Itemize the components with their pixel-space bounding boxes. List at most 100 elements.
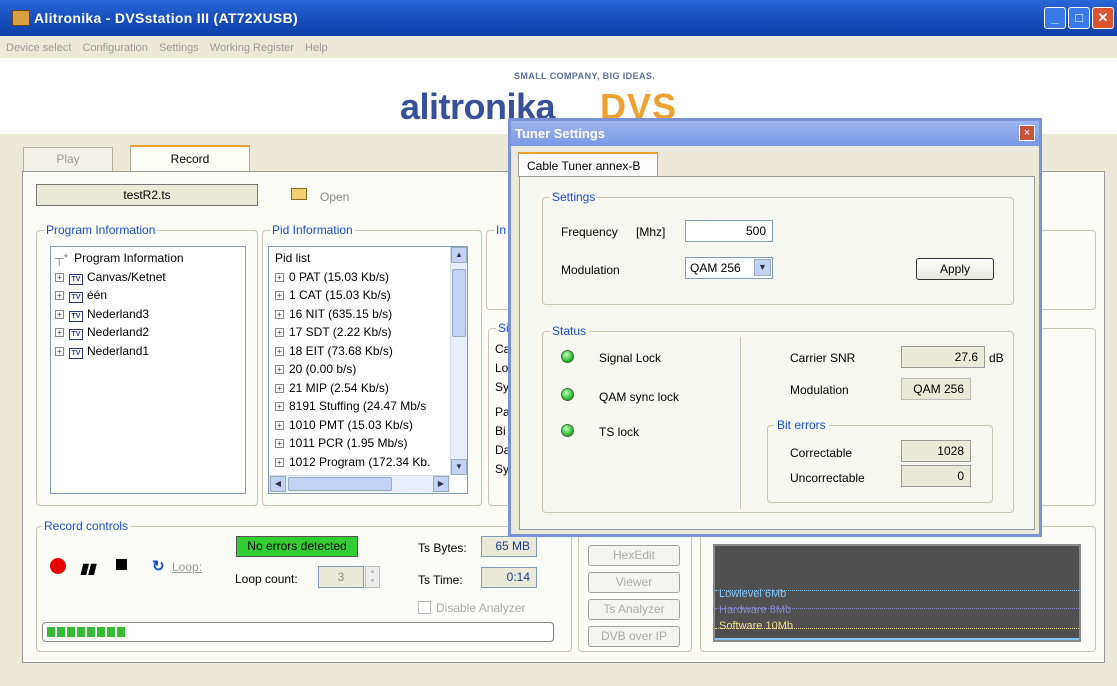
tv-icon: TV — [69, 329, 83, 340]
tv-icon: TV — [69, 273, 83, 285]
pid-list-root: Pid list — [275, 251, 311, 265]
pid-item[interactable]: +18 EIT (73.68 Kb/s) — [275, 344, 467, 363]
scroll-left-icon[interactable]: ◀ — [270, 476, 286, 492]
ts-lock-label: TS lock — [599, 425, 640, 439]
status-badge: No errors detected — [236, 536, 358, 557]
expand-icon[interactable]: + — [275, 291, 284, 300]
frequency-label: Frequency — [561, 225, 618, 239]
minimize-button[interactable]: _ — [1044, 7, 1066, 29]
viewer-button[interactable]: Viewer — [588, 572, 680, 593]
pid-item[interactable]: +17 SDT (2.22 Kb/s) — [275, 325, 467, 344]
tree-item[interactable]: + TV Nederland1 — [55, 344, 245, 363]
hexedit-button[interactable]: HexEdit — [588, 545, 680, 566]
loop-count-input[interactable]: 3 — [318, 566, 364, 588]
tree-item[interactable]: + TV Canvas/Ketnet — [55, 270, 245, 289]
menu-help[interactable]: Help — [305, 42, 328, 54]
pid-item[interactable]: +1 CAT (15.03 Kb/s) — [275, 288, 467, 307]
hscroll-thumb[interactable] — [288, 477, 392, 491]
menu-settings[interactable]: Settings — [159, 42, 199, 54]
filename-field[interactable]: testR2.ts — [36, 184, 258, 206]
expand-icon[interactable]: + — [55, 272, 64, 282]
stop-icon[interactable] — [116, 559, 127, 570]
dvb-over-ip-button[interactable]: DVB over IP — [588, 626, 680, 647]
signal-lock-led-icon — [561, 350, 574, 363]
scroll-down-icon[interactable]: ▼ — [451, 459, 467, 475]
ts-analyzer-button[interactable]: Ts Analyzer — [588, 599, 680, 620]
tree-item[interactable]: + TV één — [55, 288, 245, 307]
expand-icon[interactable]: + — [275, 272, 284, 282]
expand-icon[interactable]: + — [275, 402, 284, 411]
pid-item[interactable]: +1012 Program (172.34 Kb. — [275, 455, 467, 474]
program-tree[interactable]: ┬* Program Information + TV Canvas/Ketnet +… — [50, 246, 246, 494]
expand-icon[interactable]: + — [275, 365, 284, 374]
dialog-title: Tuner Settings — [511, 121, 1039, 146]
pause-icon[interactable]: ▮▮ — [80, 560, 95, 577]
carrier-snr-value: 27.6 — [901, 346, 985, 368]
window-title: Alitronika - DVSstation III (AT72XUSB) — [34, 10, 298, 26]
correctable-label: Correctable — [790, 446, 853, 460]
pid-item[interactable]: +20 (0.00 b/s) — [275, 362, 467, 381]
tv-icon: TV — [69, 347, 83, 359]
uncorrectable-value: 0 — [901, 465, 971, 487]
menu-device-select[interactable]: Device select — [6, 42, 71, 54]
expand-icon[interactable]: + — [275, 439, 284, 448]
folder-open-icon[interactable] — [291, 188, 307, 200]
pid-information-title: Pid Information — [270, 223, 355, 237]
logo-tagline: SMALL COMPANY, BIG IDEAS. — [514, 71, 656, 81]
tab-cable-tuner[interactable]: Cable Tuner annex-B — [518, 152, 658, 177]
loop-label[interactable]: Loop: — [172, 560, 202, 574]
scroll-thumb[interactable] — [452, 269, 466, 337]
frequency-input[interactable]: 500 — [685, 220, 773, 242]
ts-time-label: Ts Time: — [418, 573, 463, 587]
apply-button[interactable]: Apply — [916, 258, 994, 280]
expand-icon[interactable]: + — [275, 383, 284, 393]
modulation-select[interactable]: QAM 256 ▼ — [685, 257, 773, 279]
expand-icon[interactable]: + — [55, 346, 64, 356]
loop-count-stepper[interactable]: ▲ ▼ — [365, 566, 380, 588]
frequency-unit: [Mhz] — [636, 225, 666, 239]
menu-working-register[interactable]: Working Register — [210, 42, 294, 54]
expand-icon[interactable]: + — [55, 309, 64, 319]
expand-icon[interactable]: + — [275, 457, 284, 467]
status-divider — [740, 337, 741, 509]
expand-icon[interactable]: + — [275, 420, 284, 430]
scroll-up-icon[interactable]: ▲ — [451, 247, 467, 263]
pid-item[interactable]: +8191 Stuffing (24.47 Mb/s — [275, 399, 467, 418]
tree-item[interactable]: + TV Nederland3 — [55, 307, 245, 326]
tree-item[interactable]: + TV Nederland2 — [55, 325, 245, 344]
pid-list-hscrollbar[interactable]: ◀ ▶ — [269, 475, 450, 492]
ts-lock-led-icon — [561, 424, 574, 437]
chevron-down-icon[interactable]: ▼ — [754, 259, 771, 276]
pid-list[interactable]: Pid list +0 PAT (15.03 Kb/s) +1 CAT (15.… — [268, 246, 468, 494]
pid-item[interactable]: +1010 PMT (15.03 Kb/s) — [275, 418, 467, 437]
tab-record[interactable]: Record — [130, 145, 250, 172]
qam-sync-lock-label: QAM sync lock — [599, 390, 680, 404]
tv-icon: TV — [69, 292, 83, 303]
pid-item[interactable]: +21 MIP (2.54 Kb/s) — [275, 381, 467, 400]
title-bar: Alitronika - DVSstation III (AT72XUSB) _… — [0, 0, 1117, 36]
qam-sync-lock-led-icon — [561, 388, 574, 401]
close-icon[interactable]: × — [1019, 125, 1035, 141]
pid-item[interactable]: +0 PAT (15.03 Kb/s) — [275, 270, 467, 289]
status-title: Status — [549, 324, 590, 338]
expand-icon[interactable]: + — [275, 328, 284, 337]
expand-icon[interactable]: + — [275, 346, 284, 356]
expand-icon[interactable]: + — [55, 291, 64, 300]
settings-title: Settings — [549, 190, 599, 204]
disable-analyzer-checkbox[interactable] — [418, 601, 431, 614]
open-button[interactable]: Open — [320, 190, 349, 204]
loop-icon[interactable]: ↻ — [152, 557, 165, 575]
maximize-button[interactable]: □ — [1068, 7, 1090, 29]
pid-item[interactable]: +16 NIT (635.15 b/s) — [275, 307, 467, 326]
pid-item[interactable]: +1011 PCR (1.95 Mb/s) — [275, 436, 467, 455]
ts-time-value: 0:14 — [481, 567, 537, 588]
tv-icon: TV — [69, 310, 83, 322]
record-icon[interactable] — [50, 558, 66, 574]
menu-configuration[interactable]: Configuration — [82, 42, 147, 54]
expand-icon[interactable]: + — [55, 328, 64, 337]
expand-icon[interactable]: + — [275, 309, 284, 319]
tab-play[interactable]: Play — [23, 147, 113, 171]
scroll-right-icon[interactable]: ▶ — [433, 476, 449, 492]
pid-list-vscrollbar[interactable]: ▲ ▼ — [450, 247, 467, 475]
close-button[interactable]: ✕ — [1092, 7, 1114, 29]
